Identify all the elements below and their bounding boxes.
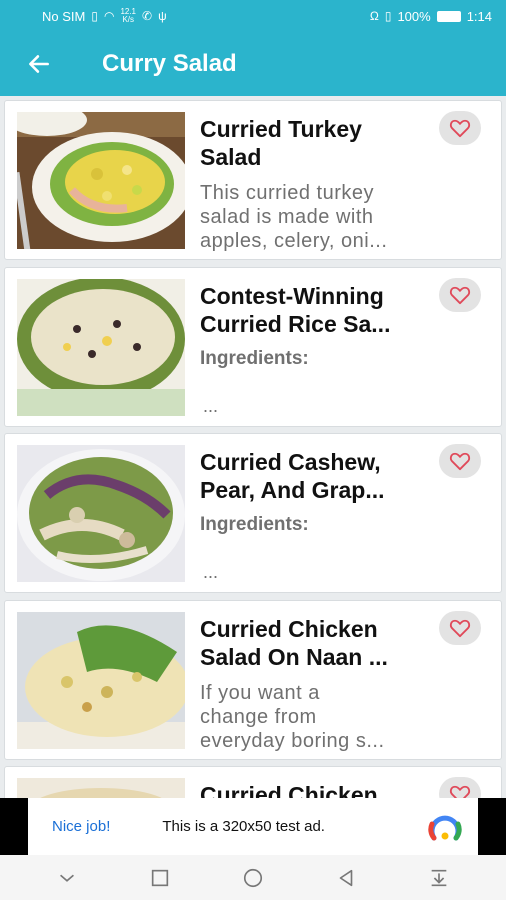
- favorite-button[interactable]: [439, 277, 481, 312]
- recipe-description: If you want a change from everyday borin…: [200, 681, 385, 752]
- system-nav-bar: [0, 855, 506, 900]
- battery-icon: [436, 10, 461, 22]
- ad-label: Nice job!: [52, 818, 111, 835]
- headset-icon: Ω: [369, 9, 379, 23]
- heart-outline-icon: [449, 286, 471, 304]
- recipe-list[interactable]: Curried Turkey Salad This curried turkey…: [0, 96, 506, 798]
- wifi-icon: ◠: [103, 9, 115, 23]
- notification-pull-icon[interactable]: [428, 867, 450, 889]
- ingredients-label: Ingredients:: [200, 514, 309, 535]
- arrow-left-icon: [29, 55, 49, 73]
- recipe-title[interactable]: Curried Chicken: [200, 781, 425, 798]
- ad-text: This is a 320x50 test ad.: [162, 818, 325, 835]
- ad-banner[interactable]: Nice job! This is a 320x50 test ad.: [0, 798, 506, 855]
- recipe-title[interactable]: Contest-Winning Curried Rice Sa...: [200, 282, 425, 338]
- recipe-title[interactable]: Curried Turkey Salad: [200, 115, 425, 171]
- sim-icon: ▯: [91, 9, 98, 23]
- recipe-description: This curried turkey salad is made with a…: [200, 182, 388, 252]
- heart-outline-icon: [449, 785, 471, 798]
- heart-outline-icon: [449, 619, 471, 637]
- recipe-card[interactable]: Curried Turkey Salad This curried turkey…: [4, 100, 502, 260]
- recipe-image: [17, 445, 185, 582]
- battery-percent: 100%: [397, 8, 431, 24]
- recipe-card[interactable]: Contest-Winning Curried Rice Sa... Ingre…: [4, 266, 502, 427]
- recipe-card[interactable]: Curried Chicken Salad On Naan ... If you…: [4, 599, 502, 760]
- status-bar: No SIM ▯ ◠ 12.1 K/s ✆ ψ Ω ▯ 100% 1:14: [0, 0, 506, 32]
- ingredients-preview: ...: [203, 395, 219, 416]
- recipe-image: [17, 611, 185, 749]
- phone-icon: ✆: [142, 9, 153, 23]
- recipe-image: [17, 778, 185, 798]
- home-circle-icon[interactable]: [242, 867, 264, 889]
- recipe-title[interactable]: Curried Cashew, Pear, And Grap...: [200, 448, 425, 504]
- carrier-text: No SIM: [42, 8, 86, 24]
- ads-logo-icon: [428, 815, 462, 841]
- favorite-button[interactable]: [439, 610, 481, 645]
- chevron-down-icon[interactable]: [56, 867, 78, 889]
- favorite-button[interactable]: [439, 444, 481, 478]
- back-triangle-icon[interactable]: [335, 867, 357, 889]
- vibrate-icon: ▯: [384, 9, 392, 23]
- recents-square-icon[interactable]: [149, 867, 171, 889]
- recipe-image: [17, 278, 185, 416]
- recipe-card[interactable]: Curried Chicken: [4, 766, 502, 798]
- ingredients-label: Ingredients:: [200, 347, 309, 369]
- ad-content[interactable]: Nice job! This is a 320x50 test ad.: [28, 798, 478, 855]
- recipe-title[interactable]: Curried Chicken Salad On Naan ...: [200, 615, 425, 671]
- ingredients-preview: ...: [203, 562, 219, 582]
- heart-outline-icon: [449, 452, 471, 471]
- back-button[interactable]: [0, 32, 52, 96]
- recipe-image: [17, 112, 185, 249]
- app-bar: Curry Salad: [0, 32, 506, 96]
- favorite-button[interactable]: [439, 111, 481, 145]
- network-speed: 12.1 K/s: [120, 7, 137, 24]
- heart-outline-icon: [449, 119, 471, 138]
- recipe-card[interactable]: Curried Cashew, Pear, And Grap... Ingred…: [4, 433, 502, 593]
- favorite-button[interactable]: [439, 777, 481, 798]
- usb-icon: ψ: [158, 9, 167, 23]
- page-title: Curry Salad: [102, 50, 237, 77]
- clock: 1:14: [466, 8, 492, 24]
